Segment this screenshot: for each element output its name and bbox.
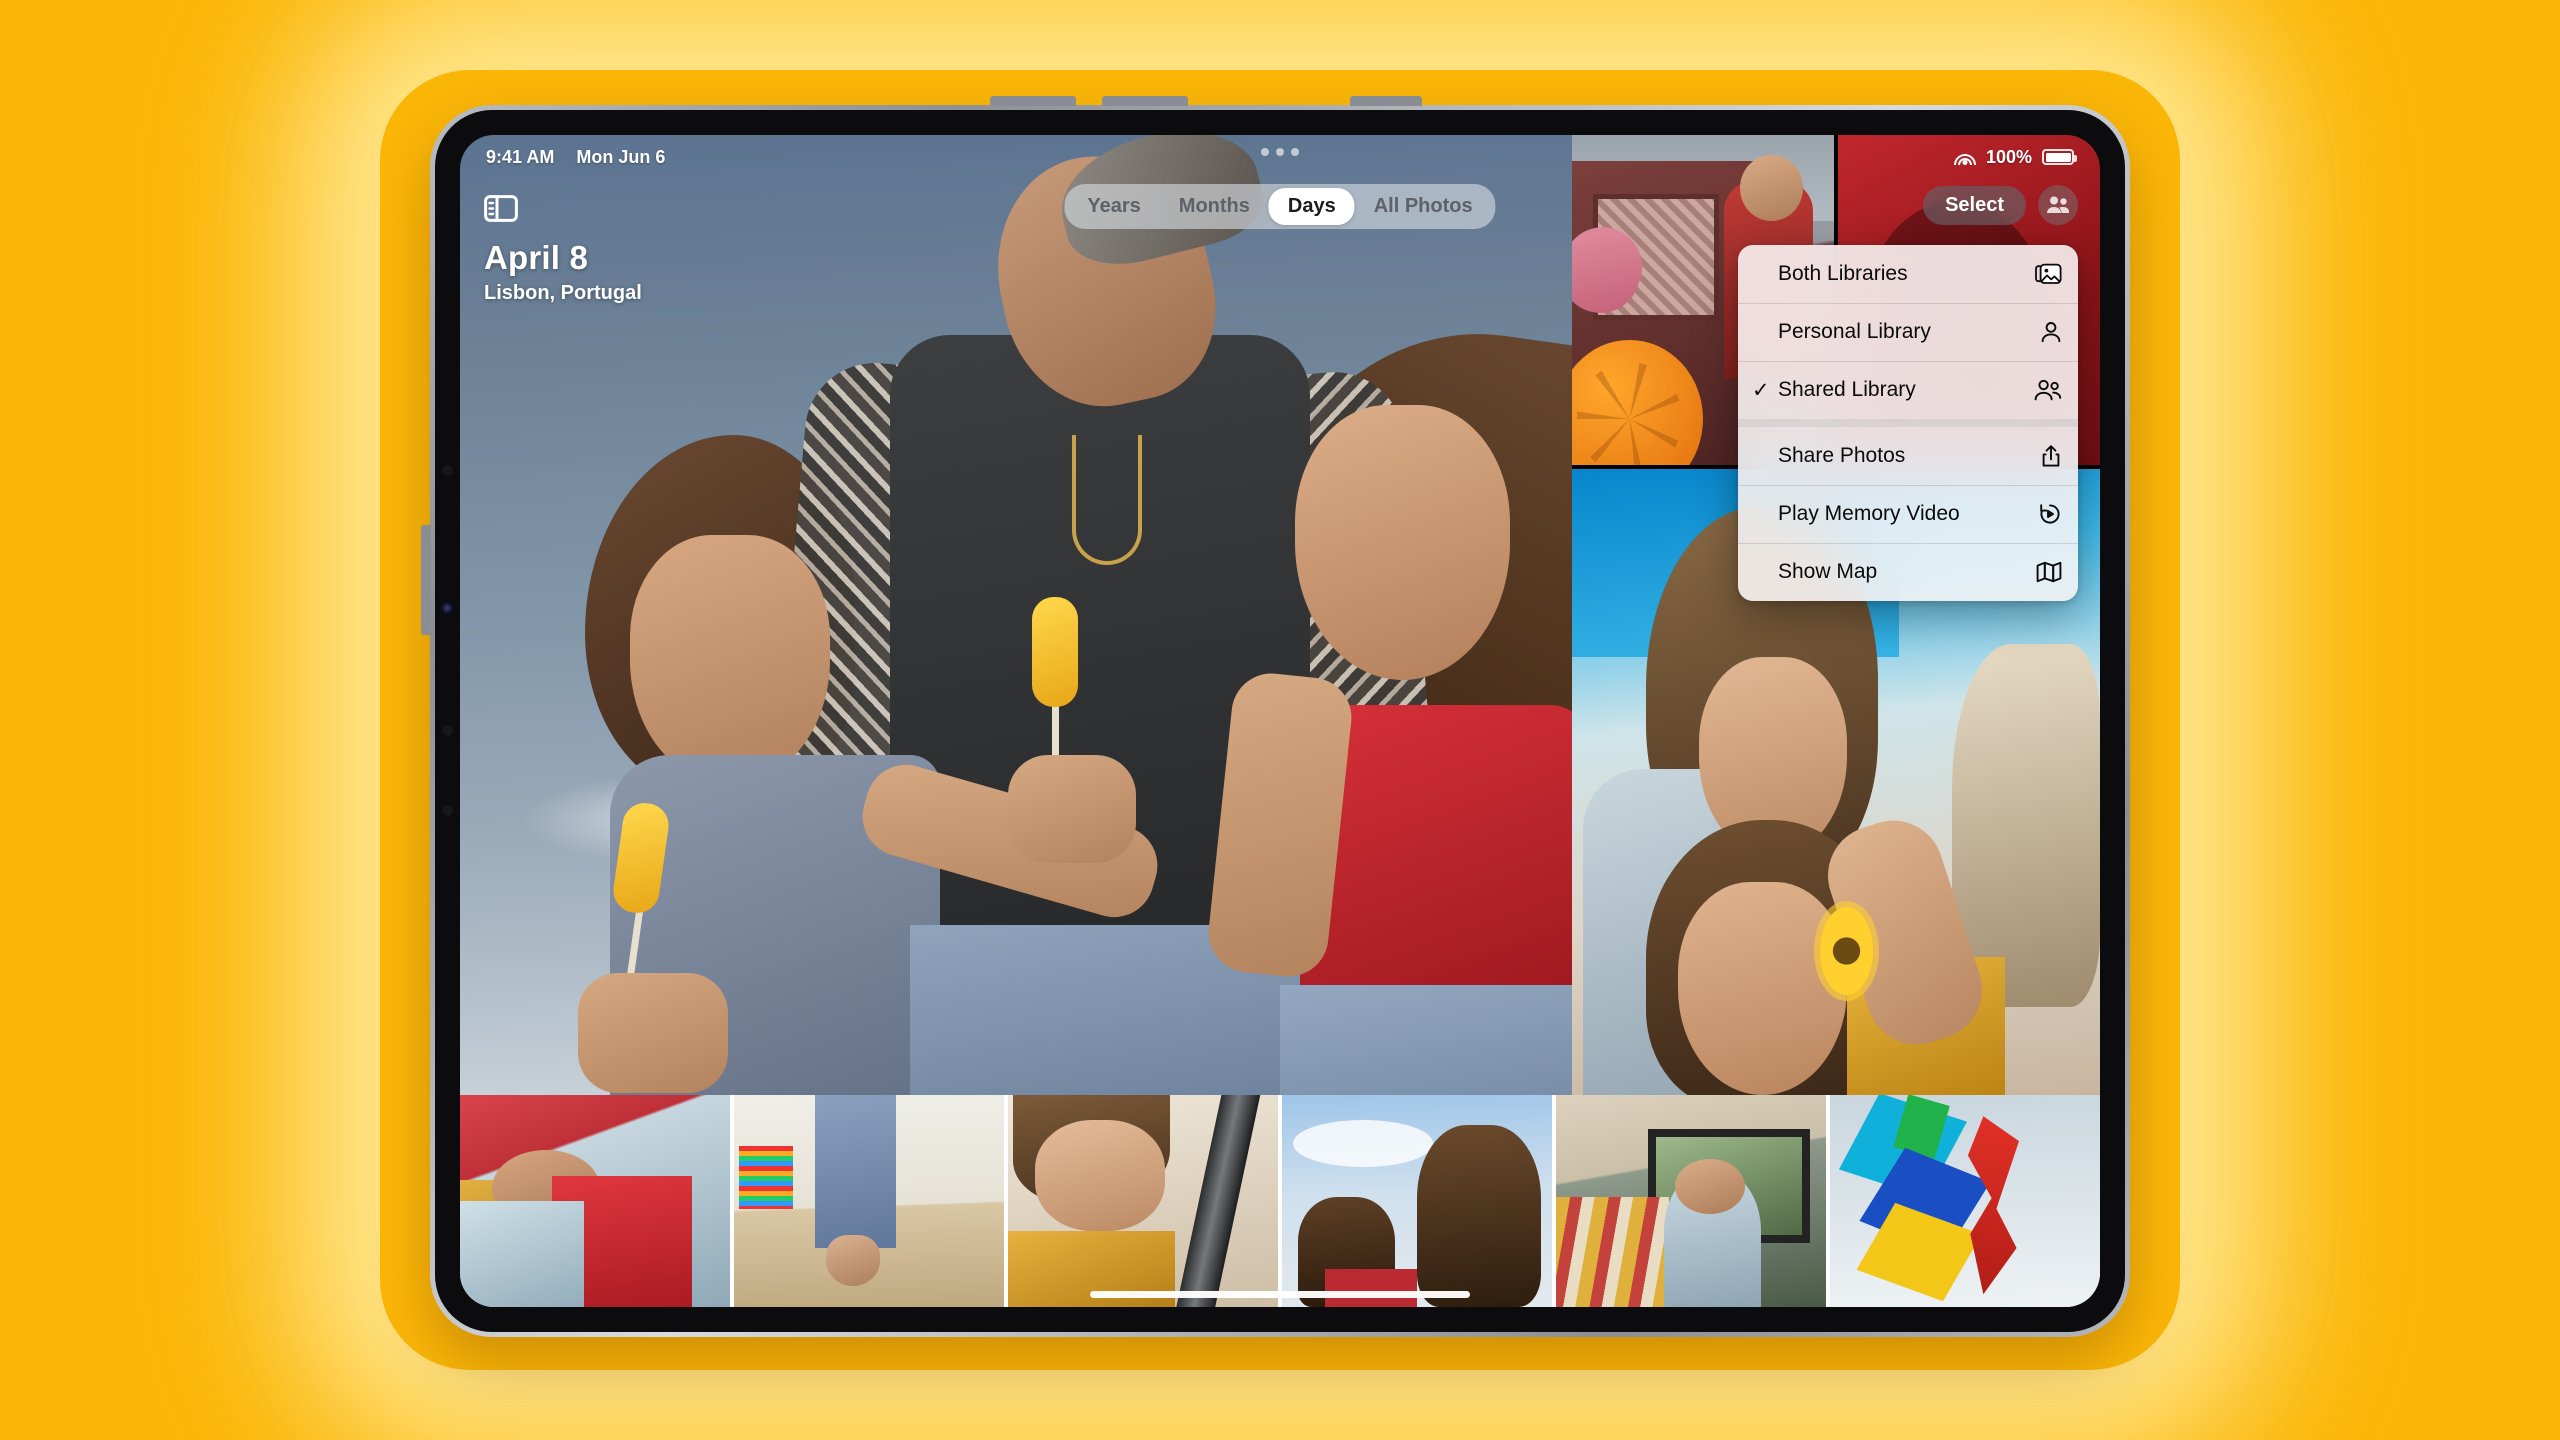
map-icon [2034,561,2062,583]
t1-blue [460,1201,585,1307]
shared-library-button[interactable] [2038,185,2078,225]
sensor-dot-icon [442,725,453,736]
t2-art [734,1095,1004,1307]
girl-left-face [630,535,830,785]
volume-up-button[interactable] [990,96,1076,106]
page-title: April 8 [484,239,589,276]
sensor-dot2-icon [442,805,453,816]
volume-down-button[interactable] [1102,96,1188,106]
select-button[interactable]: Select [1923,185,2026,225]
girl-left-hand [578,973,728,1093]
status-date: Mon Jun 6 [576,146,666,167]
front-camera-icon [442,465,453,476]
t3-art [1008,1095,1278,1307]
battery-percent: 100% [1985,146,2032,167]
menu-item-personal-library[interactable]: Personal Library [1738,303,2078,361]
sunflower [1820,907,1873,995]
smart-connector [421,525,431,635]
girl-right-face [1295,405,1510,680]
thumb-girl-red-shirt[interactable] [460,1095,730,1307]
t6-art [1830,1095,2100,1307]
menu-item-label: Share Photos [1778,444,1906,467]
t3-car-edge [1168,1095,1264,1307]
ambient-sensor-icon [444,605,450,611]
multitasking-dots-icon[interactable] [1261,148,1299,156]
ipad-screen: 9:41 AM Mon Jun 6 100% April 8 Lisbon, P… [460,135,2100,1307]
library-context-menu[interactable]: Both Libraries Personal Library ✓ Shared… [1738,245,2078,601]
dog [1952,644,2100,1008]
menu-item-label: Show Map [1778,560,1878,583]
girl-right-hand [1008,755,1136,863]
tab-years[interactable]: Years [1068,188,1159,225]
status-time: 9:41 AM [486,146,555,167]
power-button[interactable] [1350,96,1422,106]
ipad-device: 9:41 AM Mon Jun 6 100% April 8 Lisbon, P… [421,96,2130,1337]
t5-girl-head [1674,1158,1745,1214]
two-people-icon [2047,196,2069,213]
thumb-girls-sky[interactable] [1282,1095,1552,1307]
play-memory-icon [2034,502,2062,526]
tab-days[interactable]: Days [1268,188,1355,225]
device-bezel: 9:41 AM Mon Jun 6 100% April 8 Lisbon, P… [435,110,2125,1332]
lower-girl-face [1677,882,1847,1095]
tab-all-photos[interactable]: All Photos [1355,188,1492,225]
popsicle-right [1032,597,1078,707]
t2-leg [815,1095,896,1248]
sidebar-toggle-icon[interactable] [484,195,518,222]
wifi-icon [1953,149,1976,165]
menu-item-shared-library[interactable]: ✓ Shared Library [1738,361,2078,419]
t5-blanket [1556,1196,1670,1307]
thumb-girl-yellow-jacket[interactable] [1008,1095,1278,1307]
photo-stack-icon [2034,263,2062,285]
status-bar: 9:41 AM Mon Jun 6 100% [460,135,2100,179]
menu-item-both-libraries[interactable]: Both Libraries [1738,245,2078,303]
dot-1 [1261,148,1269,156]
t4-art [1282,1095,1552,1307]
header-title-block: April 8 Lisbon, Portugal [484,239,642,305]
t3-face [1035,1120,1165,1231]
t2-foot [825,1234,880,1286]
t4-cloud [1292,1120,1434,1168]
t1-art [460,1095,730,1307]
person-icon [2034,321,2062,343]
battery-icon [2042,149,2077,165]
two-people-icon [2034,379,2062,401]
dot-2 [1276,148,1284,156]
t2-kite [739,1145,794,1210]
checkmark-icon: ✓ [1752,378,1770,402]
thumb-girl-van-window[interactable] [1556,1095,1826,1307]
home-indicator[interactable] [1090,1291,1470,1298]
t4-red [1325,1268,1417,1307]
timeline-segmented-control[interactable]: Years Months Days All Photos [1064,184,1496,229]
page-subtitle: Lisbon, Portugal [484,282,642,304]
t5-art [1556,1095,1826,1307]
menu-item-label: Both Libraries [1778,262,1908,285]
tab-months[interactable]: Months [1160,188,1269,225]
menu-item-label: Personal Library [1778,320,1931,343]
thumb-beach-feet-kite[interactable] [734,1095,1004,1307]
girl-right-jeans [1280,985,1572,1095]
dot-3 [1291,148,1299,156]
menu-item-play-memory-video[interactable]: Play Memory Video [1738,485,2078,543]
share-up-arrow-icon [2034,444,2062,468]
top-right-controls: Select [1923,185,2078,225]
menu-item-show-map[interactable]: Show Map [1738,543,2078,601]
menu-item-label: Play Memory Video [1778,502,1960,525]
t4-hair1 [1417,1124,1542,1307]
thumbnail-strip [460,1095,2100,1307]
menu-group-divider [1738,419,2078,427]
necklace [1072,435,1142,565]
menu-item-label: Shared Library [1778,378,1916,401]
menu-item-share-photos[interactable]: Share Photos [1738,427,2078,485]
thumb-kites[interactable] [1830,1095,2100,1307]
